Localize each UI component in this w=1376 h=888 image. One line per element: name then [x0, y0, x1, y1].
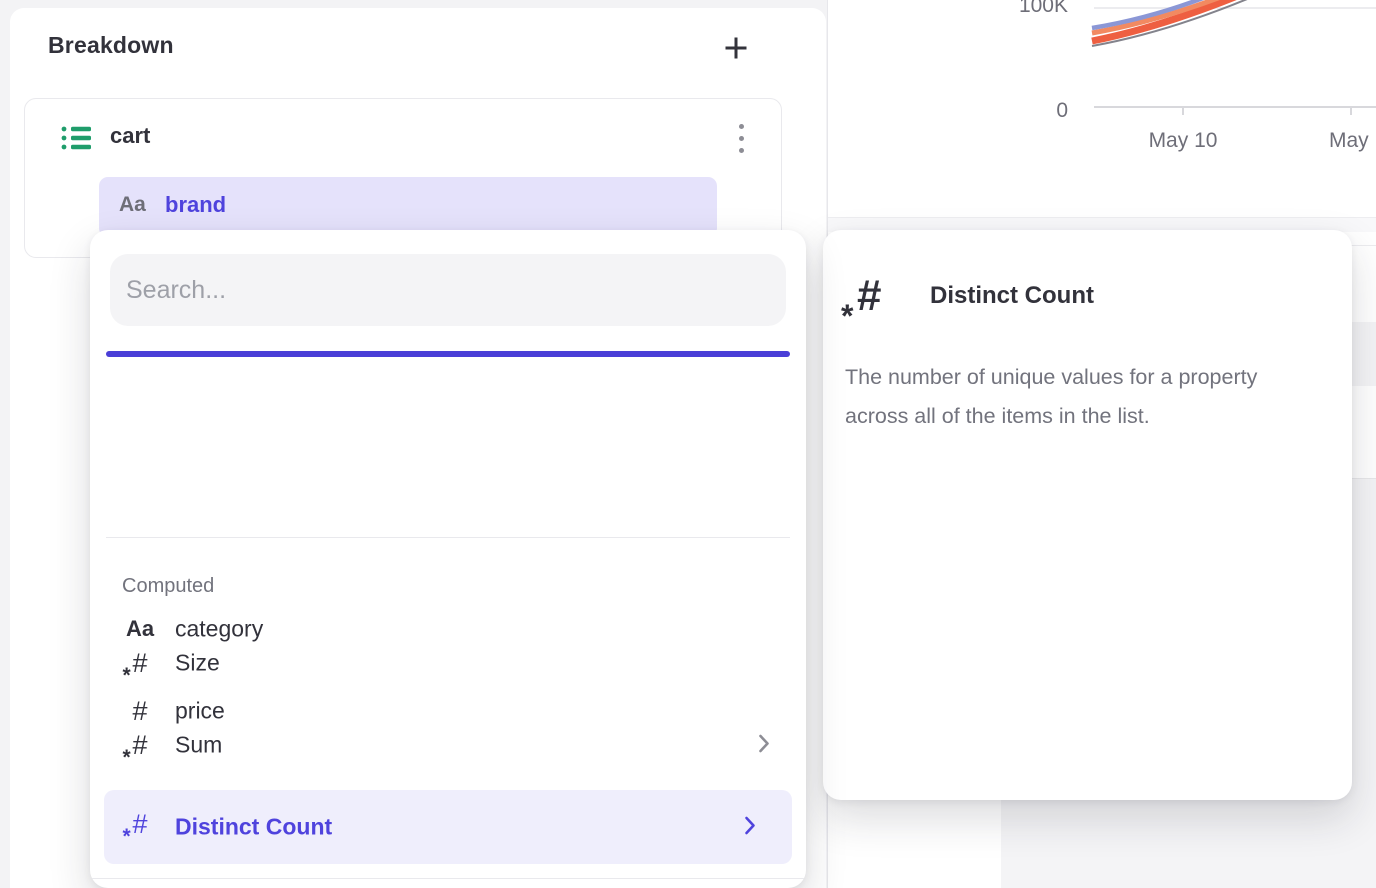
selected-property-chip-brand[interactable]: Aa brand — [99, 177, 717, 237]
line-chart: 100K 0 May 10 May 1 — [828, 0, 1376, 220]
computed-option-sum[interactable]: #* Sum — [90, 711, 806, 779]
y-tick-label-100k: 100K — [1019, 0, 1068, 17]
app-root: Breakdown cart — [0, 0, 1376, 888]
computed-option-size[interactable]: #* Size — [90, 629, 806, 697]
computed-number-icon: #* — [857, 274, 881, 318]
tooltip-title: Distinct Count — [930, 282, 1094, 310]
plus-icon — [722, 34, 750, 65]
computed-option-distinct-count[interactable]: #* Distinct Count — [104, 790, 792, 864]
x-tick-label-may1x: May 1 — [1329, 129, 1376, 152]
kebab-icon — [739, 124, 744, 129]
active-tab-indicator — [106, 351, 790, 357]
group-header-cart[interactable]: cart — [25, 99, 781, 177]
property-dropdown: Aa category # price Computed #* Size #* … — [90, 230, 806, 888]
group-options-button[interactable] — [729, 120, 753, 156]
computed-number-icon: #* — [116, 790, 164, 858]
chevron-right-icon — [758, 734, 770, 757]
selected-property-label: brand — [165, 192, 226, 218]
computed-number-icon: #* — [116, 629, 164, 697]
text-type-icon: Aa — [119, 193, 146, 217]
series-line-salmon — [1092, 0, 1298, 33]
y-tick-label-0: 0 — [1056, 99, 1068, 122]
add-breakdown-button[interactable] — [718, 32, 754, 66]
dropdown-divider — [106, 537, 790, 538]
computed-section-label: Computed — [122, 575, 214, 598]
list-icon — [60, 122, 92, 159]
computed-number-icon: #* — [116, 711, 164, 779]
x-tick-label-may10: May 10 — [1149, 129, 1218, 152]
tooltip-description: The number of unique values for a proper… — [845, 358, 1323, 436]
search-input[interactable] — [110, 254, 786, 326]
chevron-right-icon — [744, 816, 756, 839]
property-description-tooltip: #* Distinct Count The number of unique v… — [823, 230, 1352, 800]
group-name: cart — [110, 123, 150, 149]
breakdown-section-title: Breakdown — [48, 32, 174, 59]
dropdown-divider — [90, 878, 806, 879]
